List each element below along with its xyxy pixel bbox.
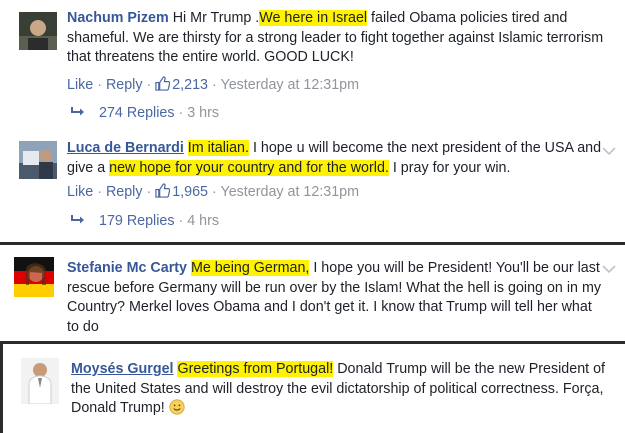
commenter-name[interactable]: Stefanie Mc Carty [67, 260, 187, 276]
avatar[interactable] [19, 141, 57, 179]
like-count[interactable]: 1,965 [172, 184, 208, 200]
comment-body: Moysés Gurgel Greetings from Portugal! D… [71, 360, 611, 419]
chevron-down-icon[interactable] [600, 142, 618, 160]
comment-panel-2: Stefanie Mc Carty Me being German, I hop… [0, 245, 625, 341]
commenter-name[interactable]: Nachum Pizem [67, 10, 169, 26]
thumbs-up-icon [155, 183, 171, 202]
comment-text-segment: We here in Israel [259, 10, 368, 26]
reply-link[interactable]: Reply [106, 77, 143, 93]
comments-screenshot-collage: Nachum Pizem Hi Mr Trump .We here in Isr… [0, 0, 625, 433]
thumbs-up-icon [155, 76, 171, 95]
comment-timestamp[interactable]: Yesterday at 12:31pm [220, 184, 359, 200]
like-count[interactable]: 2,213 [172, 77, 208, 93]
chevron-down-icon[interactable] [600, 260, 618, 278]
comment-body: Luca de Bernardi Im italian. I hope u wi… [67, 139, 607, 178]
view-replies-link[interactable]: 179 Replies · 4 hrs [71, 213, 219, 230]
comment-text-segment: Im italian. [187, 140, 249, 156]
comment-body: Stefanie Mc Carty Me being German, I hop… [67, 259, 602, 337]
comment-timestamp[interactable]: Yesterday at 12:31pm [220, 77, 359, 93]
replies-timestamp: 4 hrs [187, 213, 220, 229]
replies-count[interactable]: 274 Replies [99, 105, 175, 121]
comment-text-segment: Hi Mr Trump . [172, 10, 260, 26]
comment-body: Nachum Pizem Hi Mr Trump .We here in Isr… [67, 9, 607, 68]
comment-panel-3: Moysés Gurgel Greetings from Portugal! D… [0, 344, 625, 433]
avatar[interactable] [19, 12, 57, 50]
comment-text-segment: Greetings from Portugal! [177, 361, 334, 377]
comment-actions: Like · Reply · 1,965 · Yesterday at 12:3… [67, 183, 360, 202]
reply-arrow-icon [71, 106, 85, 122]
view-replies-link[interactable]: 274 Replies · 3 hrs [71, 105, 219, 122]
comment-actions: Like · Reply · 2,213 · Yesterday at 12:3… [67, 76, 360, 95]
reply-arrow-icon [71, 214, 85, 230]
smiley-emoji-icon [169, 399, 185, 415]
comment-text-segment: new hope for your country and for the wo… [109, 159, 389, 176]
commenter-name[interactable]: Luca de Bernardi [67, 140, 184, 156]
commenter-name[interactable]: Moysés Gurgel [71, 361, 174, 377]
comment-text-segment: Me being German, [190, 260, 310, 276]
replies-timestamp: 3 hrs [187, 105, 220, 121]
avatar[interactable] [21, 358, 59, 404]
replies-count[interactable]: 179 Replies [99, 213, 175, 229]
reply-link[interactable]: Reply [106, 184, 143, 200]
like-link[interactable]: Like [67, 77, 93, 93]
comment-panel-1: Nachum Pizem Hi Mr Trump .We here in Isr… [0, 0, 625, 242]
avatar[interactable] [14, 257, 54, 297]
like-link[interactable]: Like [67, 184, 93, 200]
comment-text-segment: I pray for your win. [388, 159, 511, 176]
